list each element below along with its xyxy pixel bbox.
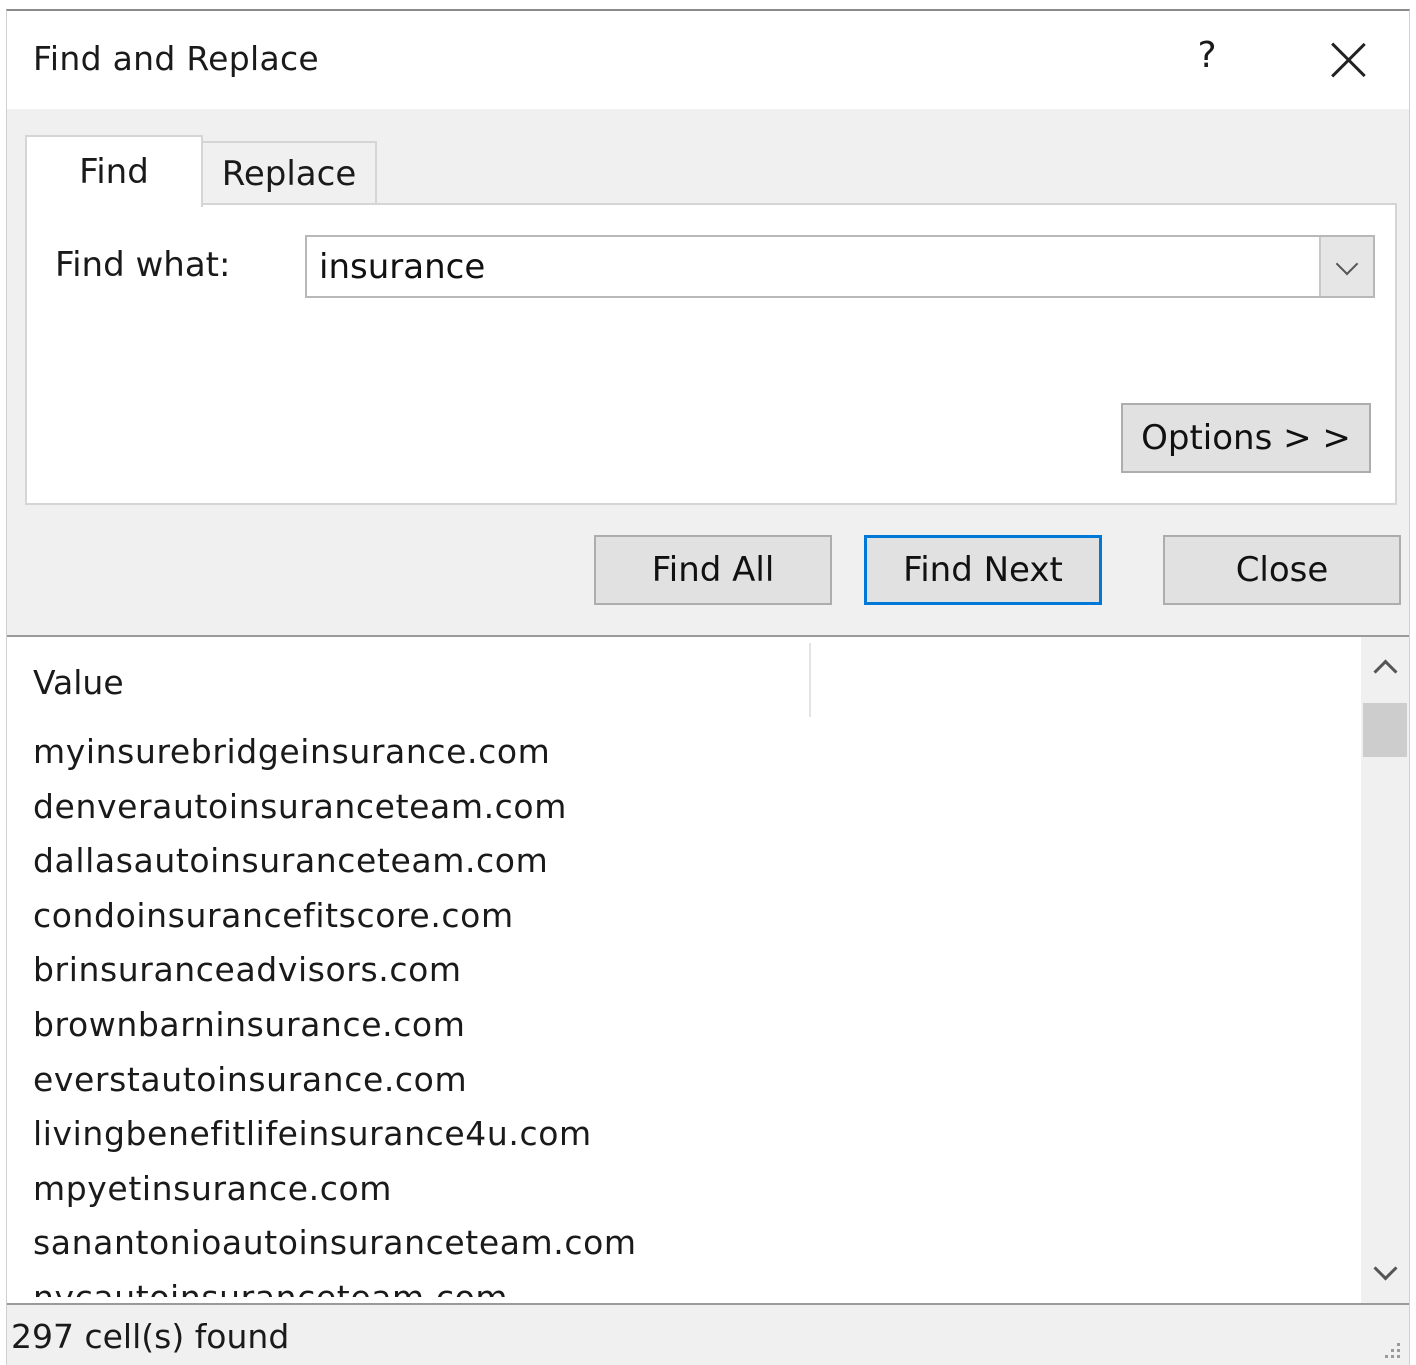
list-item[interactable]: everstautoinsurance.com xyxy=(33,1053,1353,1108)
tab-replace[interactable]: Replace xyxy=(203,141,377,205)
tab-replace-label: Replace xyxy=(221,154,357,194)
list-item[interactable]: dallasautoinsuranceteam.com xyxy=(33,834,1353,889)
scroll-thumb[interactable] xyxy=(1363,703,1407,757)
list-item[interactable]: myinsurebridgeinsurance.com xyxy=(33,725,1353,780)
close-icon[interactable] xyxy=(1327,39,1371,83)
results-rows: myinsurebridgeinsurance.com denverautoin… xyxy=(33,725,1353,1297)
list-item[interactable]: mpyetinsurance.com xyxy=(33,1162,1353,1217)
status-text: 297 cell(s) found xyxy=(11,1317,290,1356)
options-button[interactable]: Options > > xyxy=(1121,403,1371,473)
tab-find-label: Find xyxy=(79,152,149,192)
column-divider[interactable] xyxy=(809,643,811,717)
list-item[interactable]: brinsuranceadvisors.com xyxy=(33,943,1353,998)
find-what-combobox[interactable] xyxy=(305,235,1375,298)
chevron-down-icon xyxy=(1372,1255,1398,1281)
column-header-value[interactable]: Value xyxy=(33,663,124,702)
chevron-down-icon xyxy=(1335,252,1359,275)
find-all-button[interactable]: Find All xyxy=(594,535,832,605)
chevron-up-icon xyxy=(1372,658,1398,684)
list-item[interactable]: sanantonioautoinsuranceteam.com xyxy=(33,1216,1353,1271)
scroll-up-button[interactable] xyxy=(1361,643,1409,691)
find-replace-dialog: Find and Replace ? Find Replace Find wha… xyxy=(6,9,1410,1365)
list-item[interactable]: denverautoinsuranceteam.com xyxy=(33,780,1353,835)
find-what-label: Find what: xyxy=(55,245,231,285)
find-what-input[interactable] xyxy=(307,237,1329,296)
find-next-button[interactable]: Find Next xyxy=(864,535,1102,605)
list-item[interactable]: livingbenefitlifeinsurance4u.com xyxy=(33,1107,1353,1162)
scroll-down-button[interactable] xyxy=(1361,1249,1409,1297)
results-list[interactable]: Value myinsurebridgeinsurance.com denver… xyxy=(7,635,1409,1305)
find-what-dropdown-button[interactable] xyxy=(1319,237,1373,296)
vertical-scrollbar[interactable] xyxy=(1361,637,1409,1303)
help-button[interactable]: ? xyxy=(1187,35,1227,81)
title-bar: Find and Replace ? xyxy=(7,11,1409,109)
dialog-title: Find and Replace xyxy=(33,39,320,78)
list-item[interactable]: brownbarninsurance.com xyxy=(33,998,1353,1053)
close-button[interactable]: Close xyxy=(1163,535,1401,605)
tab-find[interactable]: Find xyxy=(25,135,203,207)
list-item[interactable]: condoinsurancefitscore.com xyxy=(33,889,1353,944)
resize-grip-icon[interactable] xyxy=(1379,1337,1403,1361)
list-item[interactable]: nycautoinsuranceteam.com xyxy=(33,1271,1353,1297)
